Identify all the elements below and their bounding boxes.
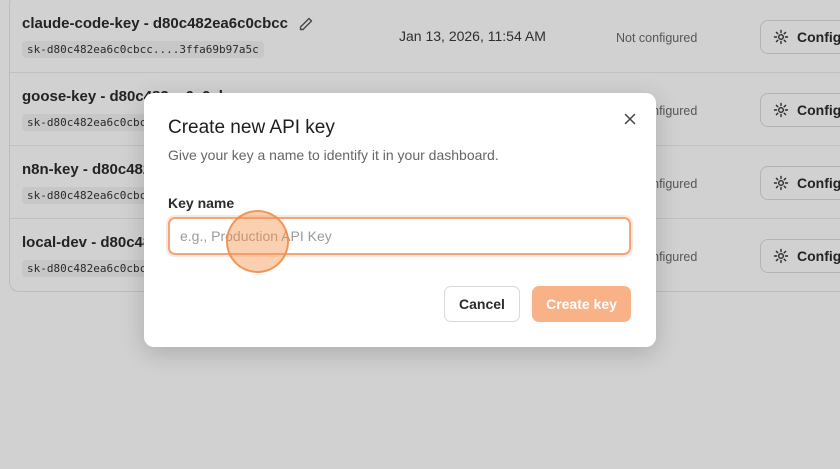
dialog-description: Give your key a name to identify it in y…: [168, 147, 499, 163]
close-icon: [624, 113, 636, 125]
create-api-key-dialog: Create new API key Give your key a name …: [144, 93, 656, 347]
key-name-label: Key name: [168, 195, 235, 211]
dialog-title: Create new API key: [168, 117, 335, 138]
key-name-input[interactable]: [168, 217, 631, 255]
cancel-button[interactable]: Cancel: [444, 286, 520, 322]
create-key-button[interactable]: Create key: [532, 286, 631, 322]
close-button[interactable]: [620, 109, 640, 129]
